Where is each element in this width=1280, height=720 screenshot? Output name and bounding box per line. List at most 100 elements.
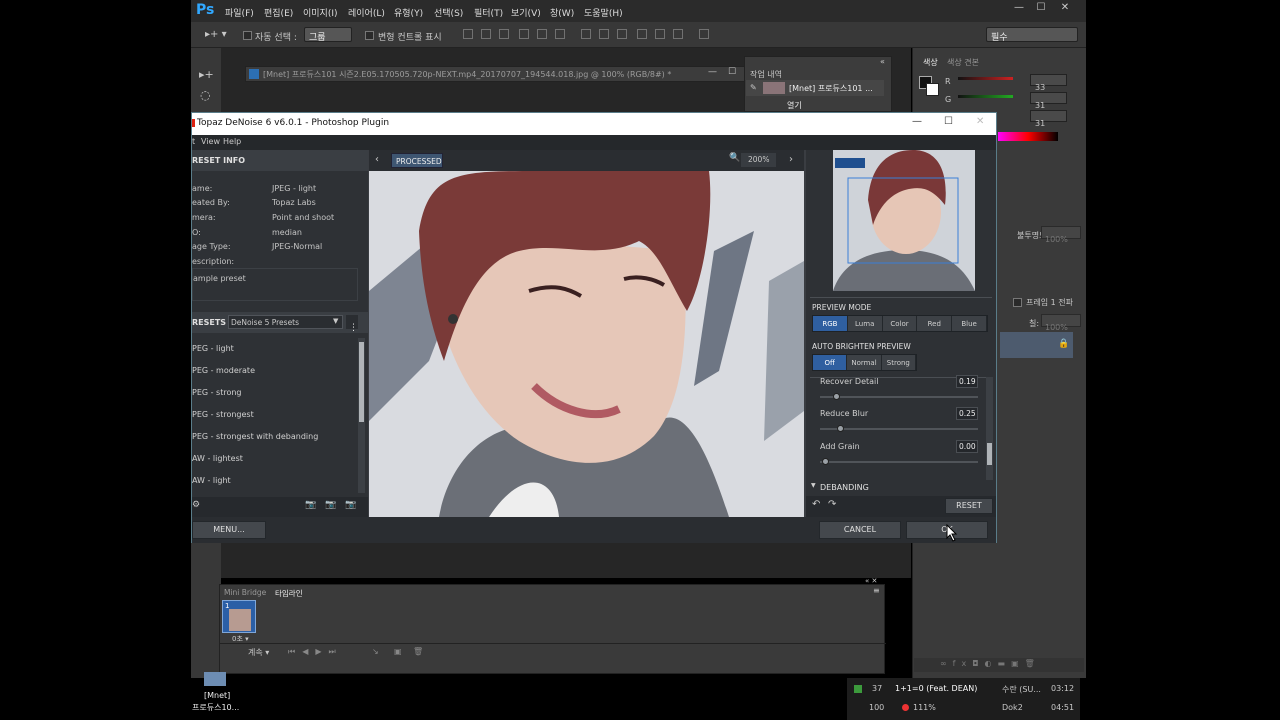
menu-select[interactable]: 선택(S) (434, 6, 463, 19)
preview-image[interactable] (369, 171, 804, 517)
history-snapshot-row[interactable]: ✎ [Mnet] 프로듀스101 ... (746, 80, 884, 96)
distribute-hcenter-icon[interactable] (655, 29, 665, 39)
processed-toggle[interactable]: PROCESSED (391, 153, 443, 168)
plugin-menu-help[interactable]: Help (223, 137, 241, 146)
minimize-icon[interactable]: — (1012, 2, 1026, 16)
move-icon[interactable]: ▸+ (199, 68, 214, 81)
plugin-minimize-icon[interactable]: — (912, 116, 922, 127)
frame-thumbnail[interactable]: 1 (222, 600, 256, 633)
preset-item[interactable]: PEG - moderate (192, 366, 255, 375)
align-left-icon[interactable] (519, 29, 529, 39)
cancel-button[interactable]: CANCEL (819, 521, 901, 539)
align-hcenter-icon[interactable] (537, 29, 547, 39)
menu-view[interactable]: 보기(V) (511, 6, 541, 19)
preset-item[interactable]: PEG - strongest (192, 410, 254, 419)
desktop-icon-label-2[interactable]: 프로듀스10... (192, 702, 239, 713)
distribute-left-icon[interactable] (637, 29, 647, 39)
reset-button[interactable]: RESET (945, 498, 993, 514)
menu-file[interactable]: 파일(F) (225, 6, 254, 19)
menu-edit[interactable]: 편집(E) (264, 6, 293, 19)
zoom-field[interactable]: 200% (741, 153, 776, 167)
close-icon[interactable]: ✕ (1058, 2, 1072, 16)
lasso-icon[interactable]: ◌ (200, 88, 210, 102)
layers-footer-icons[interactable]: ∞fx◘◐▬▣🗑 (940, 659, 1041, 668)
debanding-expand-icon[interactable]: ▼ (811, 482, 816, 489)
settings-scrollbar[interactable] (986, 377, 993, 480)
debanding-header[interactable]: DEBANDING (820, 483, 869, 492)
preview-mode-blue[interactable]: Blue (952, 316, 987, 331)
brighten-strong[interactable]: Strong (881, 355, 916, 370)
menu-layer[interactable]: 레이어(L) (348, 6, 385, 19)
add-grain-input[interactable]: 0.00 (956, 440, 978, 453)
reduce-blur-thumb[interactable] (837, 425, 844, 432)
layers-opacity-input[interactable]: 100% (1041, 226, 1081, 244)
preview-mode-color[interactable]: Color (882, 316, 918, 331)
new-frame-icon[interactable]: ▣ (394, 647, 402, 656)
undo-icon[interactable]: ↶ (812, 499, 820, 510)
preset-item[interactable]: PEG - strong (192, 388, 242, 397)
green-input[interactable]: 31 (1030, 92, 1067, 110)
timeline-menu-icon[interactable]: ≡ (873, 586, 880, 595)
panel-collapse-icon[interactable]: « (880, 57, 885, 66)
zoom-icon[interactable]: 🔍 (729, 153, 740, 163)
desktop-file-icon[interactable] (204, 672, 226, 686)
move-tool-icon[interactable]: ▸+ ▾ (205, 29, 227, 40)
layer-row-selected[interactable]: 🔒 (1000, 332, 1073, 358)
reduce-blur-track[interactable] (820, 425, 978, 432)
green-slider[interactable] (958, 95, 1013, 98)
preview-mode-rgb[interactable]: RGB (813, 316, 848, 331)
preview-mode-luma[interactable]: Luma (847, 316, 883, 331)
distribute-bottom-icon[interactable] (617, 29, 627, 39)
loop-dropdown[interactable]: 계속 ▾ (248, 647, 269, 658)
playback-controls[interactable]: ⏮◀▶⏭ (288, 647, 343, 657)
presets-menu-icon[interactable]: ⋮ (346, 315, 358, 333)
chevron-left-icon[interactable]: ‹ (375, 154, 379, 165)
preset-item[interactable]: AW - lightest (192, 454, 243, 463)
reduce-blur-input[interactable]: 0.25 (956, 407, 978, 420)
auto-align-icon[interactable] (699, 29, 709, 39)
history-brush-icon[interactable]: ✎ (750, 83, 757, 92)
menu-help[interactable]: 도움말(H) (584, 6, 623, 19)
camera-add-icon[interactable]: 📷 (325, 500, 336, 510)
align-bottom-icon[interactable] (499, 29, 509, 39)
document-minimize-icon[interactable]: — (708, 67, 717, 77)
tween-icon[interactable]: ↘ (372, 647, 379, 656)
plugin-close-icon[interactable]: ✕ (976, 116, 984, 127)
align-right-icon[interactable] (555, 29, 565, 39)
redo-icon[interactable]: ↷ (828, 499, 836, 510)
add-grain-thumb[interactable] (822, 458, 829, 465)
presets-scroll-thumb[interactable] (359, 342, 364, 422)
menu-filter[interactable]: 필터(T) (474, 6, 503, 19)
swatches-tab[interactable]: 색상 견본 (947, 57, 979, 68)
layers-fill-input[interactable]: 100% (1041, 314, 1081, 332)
document-tab[interactable]: [Mnet] 프로듀스101 시즌2.E05.170505.720p-NEXT.… (245, 66, 745, 82)
brighten-normal[interactable]: Normal (847, 355, 882, 370)
preset-item[interactable]: PEG - strongest with debanding (192, 432, 318, 441)
preset-item[interactable]: PEG - light (192, 344, 234, 353)
auto-select-checkbox[interactable] (243, 31, 252, 40)
add-grain-track[interactable] (820, 458, 978, 465)
camera-remove-icon[interactable]: 📷 (345, 500, 356, 510)
background-color-swatch[interactable] (926, 83, 939, 96)
maximize-icon[interactable]: ☐ (1034, 2, 1048, 16)
preset-item[interactable]: AW - light (192, 476, 231, 485)
recover-detail-thumb[interactable] (833, 393, 840, 400)
menu-image[interactable]: 이미지(I) (303, 6, 338, 19)
align-top-icon[interactable] (463, 29, 473, 39)
timeline-tab[interactable]: 타임라인 (275, 588, 303, 599)
blue-input[interactable]: 31 (1030, 110, 1067, 128)
color-tab[interactable]: 색상 (923, 57, 938, 68)
history-open-step[interactable]: 열기 (787, 100, 802, 111)
distribute-right-icon[interactable] (673, 29, 683, 39)
workspace-dropdown[interactable]: 필수 (986, 27, 1078, 43)
mini-bridge-tab[interactable]: Mini Bridge (224, 588, 266, 597)
preset-settings-icon[interactable]: ⚙ (192, 500, 200, 510)
align-vcenter-icon[interactable] (481, 29, 491, 39)
menu-button[interactable]: MENU... (192, 521, 266, 539)
menu-type[interactable]: 유형(Y) (394, 6, 423, 19)
recover-detail-track[interactable] (820, 393, 978, 400)
preview-mode-red[interactable]: Red (917, 316, 953, 331)
track-title[interactable]: 1+1=0 (Feat. DEAN) (895, 684, 977, 693)
plugin-menu-view[interactable]: View (201, 137, 220, 146)
history-tab[interactable]: 작업 내역 (750, 69, 782, 80)
